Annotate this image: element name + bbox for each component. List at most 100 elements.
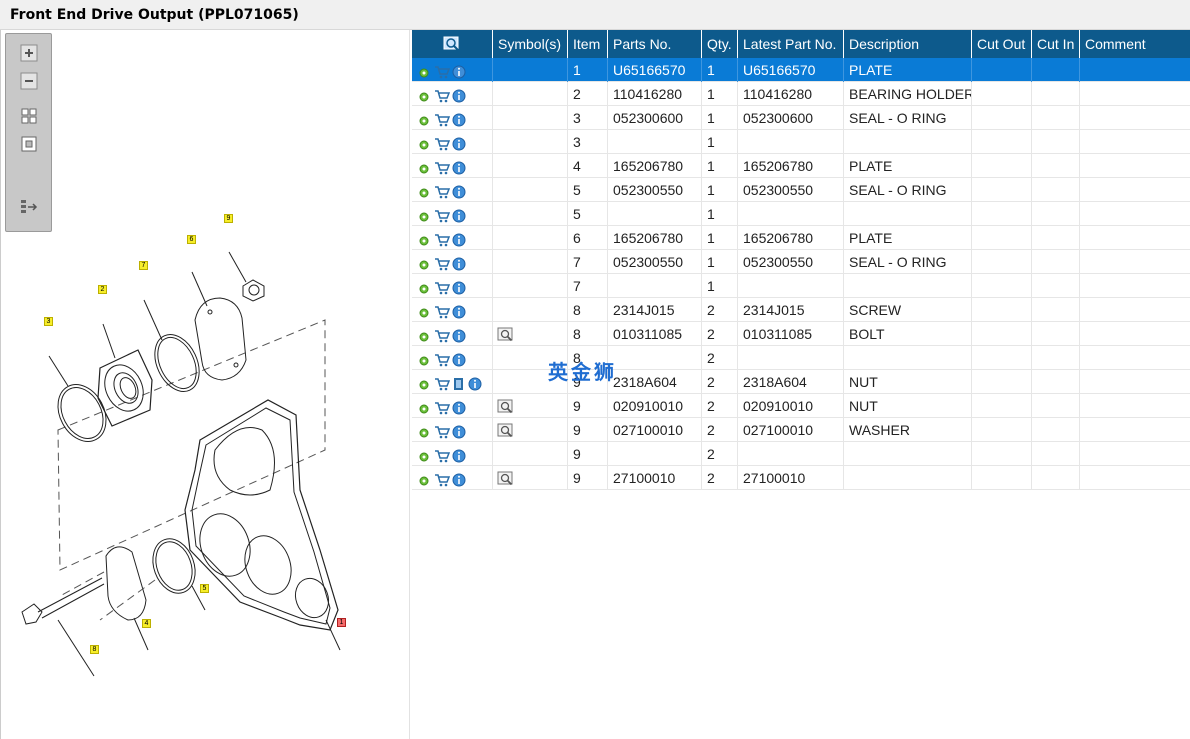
settings-gear-icon[interactable] xyxy=(418,110,434,126)
settings-gear-icon[interactable] xyxy=(418,254,434,270)
search-icon[interactable] xyxy=(443,36,461,52)
settings-gear-icon[interactable] xyxy=(418,182,434,198)
cart-icon[interactable] xyxy=(434,206,451,223)
cart-icon[interactable] xyxy=(434,110,451,127)
info-icon[interactable] xyxy=(452,254,468,271)
cart-icon[interactable] xyxy=(434,374,451,391)
table-row[interactable]: 31 xyxy=(412,130,1190,154)
cart-icon[interactable] xyxy=(434,446,451,463)
settings-gear-icon[interactable] xyxy=(418,302,434,318)
settings-gear-icon[interactable] xyxy=(418,398,434,414)
info-icon[interactable] xyxy=(452,158,468,175)
cart-icon[interactable] xyxy=(434,86,451,103)
settings-gear-icon[interactable] xyxy=(418,422,434,438)
cart-icon[interactable] xyxy=(434,62,451,79)
callout-1[interactable]: 1 xyxy=(337,618,346,627)
callout-8[interactable]: 8 xyxy=(90,645,99,654)
settings-gear-icon[interactable] xyxy=(418,374,434,390)
table-row[interactable]: 9 020910010 2 020910010 NUT xyxy=(412,394,1190,418)
table-row[interactable]: 3 052300600 1 052300600 SEAL - O RING xyxy=(412,106,1190,130)
info-icon[interactable] xyxy=(452,134,468,151)
info-icon[interactable] xyxy=(452,86,468,103)
table-row[interactable]: 71 xyxy=(412,274,1190,298)
settings-gear-icon[interactable] xyxy=(418,134,434,150)
info-icon[interactable] xyxy=(452,110,468,127)
info-icon[interactable] xyxy=(452,62,468,79)
info-icon[interactable] xyxy=(452,350,468,367)
info-icon[interactable] xyxy=(452,302,468,319)
table-row[interactable]: 5 052300550 1 052300550 SEAL - O RING xyxy=(412,178,1190,202)
column-parts-no[interactable]: Parts No. xyxy=(608,30,702,58)
info-icon[interactable] xyxy=(452,278,468,295)
settings-gear-icon[interactable] xyxy=(418,278,434,294)
zoom-out-icon[interactable] xyxy=(19,71,39,91)
symbol-lookup-icon[interactable] xyxy=(497,470,515,486)
fit-page-icon[interactable] xyxy=(19,106,39,126)
column-latest-part-no[interactable]: Latest Part No. xyxy=(738,30,844,58)
info-icon[interactable] xyxy=(452,398,468,415)
info-icon[interactable] xyxy=(452,446,468,463)
zoom-in-icon[interactable] xyxy=(19,43,39,63)
diagram-pane[interactable]: 9 6 7 2 3 1 5 4 8 xyxy=(0,30,410,739)
settings-gear-icon[interactable] xyxy=(418,206,434,222)
column-description[interactable]: Description xyxy=(844,30,972,58)
column-comment[interactable]: Comment xyxy=(1080,30,1190,58)
table-row[interactable]: 9 027100010 2 027100010 WASHER xyxy=(412,418,1190,442)
table-row[interactable]: 2 110416280 1 110416280 BEARING HOLDER xyxy=(412,82,1190,106)
table-row[interactable]: 1 U65166570 1 U65166570 PLATE xyxy=(412,58,1190,82)
fit-window-icon[interactable] xyxy=(19,134,39,154)
cart-icon[interactable] xyxy=(434,326,451,343)
symbol-lookup-icon[interactable] xyxy=(497,398,515,414)
table-row[interactable]: 92 xyxy=(412,442,1190,466)
cart-icon[interactable] xyxy=(434,182,451,199)
info-icon[interactable] xyxy=(452,422,468,439)
info-icon[interactable] xyxy=(468,374,484,391)
settings-gear-icon[interactable] xyxy=(418,350,434,366)
cart-icon[interactable] xyxy=(434,422,451,439)
callout-2[interactable]: 2 xyxy=(98,285,107,294)
table-row[interactable]: 9 2318A604 2 2318A604 NUT xyxy=(412,370,1190,394)
column-item[interactable]: Item xyxy=(568,30,608,58)
cart-icon[interactable] xyxy=(434,230,451,247)
table-row[interactable]: 51 xyxy=(412,202,1190,226)
symbol-lookup-icon[interactable] xyxy=(497,422,515,438)
column-cut-in[interactable]: Cut In xyxy=(1032,30,1080,58)
table-row[interactable]: 82 xyxy=(412,346,1190,370)
settings-gear-icon[interactable] xyxy=(418,446,434,462)
cart-icon[interactable] xyxy=(434,254,451,271)
table-row[interactable]: 8 2314J015 2 2314J015 SCREW xyxy=(412,298,1190,322)
settings-gear-icon[interactable] xyxy=(418,470,434,486)
info-icon[interactable] xyxy=(452,182,468,199)
callout-7[interactable]: 7 xyxy=(139,261,148,270)
callout-9[interactable]: 9 xyxy=(224,214,233,223)
table-row[interactable]: 7 052300550 1 052300550 SEAL - O RING xyxy=(412,250,1190,274)
cart-icon[interactable] xyxy=(434,470,451,487)
cart-icon[interactable] xyxy=(434,134,451,151)
info-icon[interactable] xyxy=(452,326,468,343)
cart-icon[interactable] xyxy=(434,278,451,295)
callout-3[interactable]: 3 xyxy=(44,317,53,326)
cart-icon[interactable] xyxy=(434,350,451,367)
book-icon[interactable] xyxy=(452,374,468,390)
symbol-lookup-icon[interactable] xyxy=(497,326,515,342)
column-cut-out[interactable]: Cut Out xyxy=(972,30,1032,58)
info-icon[interactable] xyxy=(452,230,468,247)
settings-gear-icon[interactable] xyxy=(418,158,434,174)
cart-icon[interactable] xyxy=(434,158,451,175)
settings-gear-icon[interactable] xyxy=(418,86,434,102)
callout-6[interactable]: 6 xyxy=(187,235,196,244)
column-symbols[interactable]: Symbol(s) xyxy=(493,30,568,58)
info-icon[interactable] xyxy=(452,470,468,487)
table-row[interactable]: 8 010311085 2 010311085 BOLT xyxy=(412,322,1190,346)
cart-icon[interactable] xyxy=(434,398,451,415)
info-icon[interactable] xyxy=(452,206,468,223)
table-row[interactable]: 6 165206780 1 165206780 PLATE xyxy=(412,226,1190,250)
column-tool[interactable] xyxy=(412,30,493,58)
callout-4[interactable]: 4 xyxy=(142,619,151,628)
table-row[interactable]: 9 27100010 2 27100010 xyxy=(412,466,1190,490)
column-qty[interactable]: Qty. xyxy=(702,30,738,58)
settings-gear-icon[interactable] xyxy=(418,230,434,246)
table-row[interactable]: 4 165206780 1 165206780 PLATE xyxy=(412,154,1190,178)
settings-gear-icon[interactable] xyxy=(418,326,434,342)
settings-gear-icon[interactable] xyxy=(418,62,434,78)
